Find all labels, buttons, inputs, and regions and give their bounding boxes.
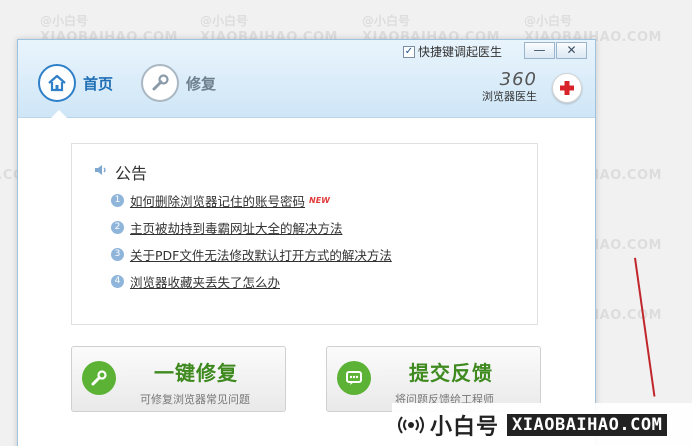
home-icon [38, 64, 76, 102]
red-cross-icon [552, 73, 582, 103]
notice-title: 公告 [115, 164, 148, 183]
shortcut-label: 快捷键调起医生 [418, 45, 503, 59]
notice-item[interactable]: 3 关于PDF文件无法修改默认打开方式的解决方法 [111, 245, 392, 264]
brand: 360 浏览器医生 [482, 69, 537, 104]
notice-item[interactable]: 1 如何删除浏览器记住的账号密码 NEW [111, 191, 330, 210]
notice-item[interactable]: 2 主页被劫持到毒霸网址大全的解决方法 [111, 218, 343, 237]
overlay-brand-cn: 小白号 [430, 414, 500, 440]
brand-number: 360 [499, 69, 537, 90]
nav-tab-home[interactable]: 首页 [38, 64, 113, 102]
notice-panel: 公告 1 如何删除浏览器记住的账号密码 NEW 2 主页被劫持到毒霸网址大全的解… [71, 143, 538, 325]
window-header: ✓ 快捷键调起医生 — ✕ 首页 修复 360 浏览器医生 [18, 40, 595, 118]
one-click-repair-button[interactable]: 一键修复 可修复浏览器常见问题 [71, 346, 286, 412]
notice-link[interactable]: 主页被劫持到毒霸网址大全的解决方法 [130, 218, 343, 237]
wrench-icon [141, 64, 179, 102]
chat-icon [337, 361, 371, 395]
shortcut-option[interactable]: ✓ 快捷键调起医生 [403, 43, 502, 60]
overlay-brand-en: XIAOBAIHAO.COM [507, 413, 668, 436]
nav-tab-repair[interactable]: 修复 [141, 64, 216, 102]
notice-header: 公告 [93, 160, 147, 184]
wrench-icon [82, 361, 116, 395]
shortcut-checkbox[interactable]: ✓ [403, 45, 415, 58]
site-watermark-overlay: 小白号 XIAOBAIHAO.COM [392, 403, 692, 446]
close-button[interactable]: ✕ [556, 42, 587, 59]
minimize-button[interactable]: — [524, 42, 555, 59]
brand-name: 浏览器医生 [482, 90, 537, 103]
nav-home-label: 首页 [83, 74, 114, 93]
browser-doctor-window: ✓ 快捷键调起医生 — ✕ 首页 修复 360 浏览器医生 公告 1 如何删除浏… [17, 39, 596, 446]
notice-link[interactable]: 浏览器收藏夹丢失了怎么办 [130, 272, 280, 291]
feedback-title: 提交反馈 [409, 361, 493, 385]
broadcast-icon [398, 414, 424, 436]
repair-subtitle: 可修复浏览器常见问题 [140, 393, 250, 406]
new-badge: NEW [309, 196, 330, 205]
item-number: 4 [111, 275, 124, 288]
item-number: 1 [111, 194, 124, 207]
speaker-icon [93, 162, 109, 182]
active-tab-pointer [51, 110, 67, 118]
item-number: 2 [111, 221, 124, 234]
nav-repair-label: 修复 [186, 74, 217, 93]
notice-item[interactable]: 4 浏览器收藏夹丢失了怎么办 [111, 272, 280, 291]
notice-link[interactable]: 关于PDF文件无法修改默认打开方式的解决方法 [130, 245, 392, 264]
notice-link[interactable]: 如何删除浏览器记住的账号密码 [130, 191, 305, 210]
item-number: 3 [111, 248, 124, 261]
repair-title: 一键修复 [154, 361, 238, 385]
